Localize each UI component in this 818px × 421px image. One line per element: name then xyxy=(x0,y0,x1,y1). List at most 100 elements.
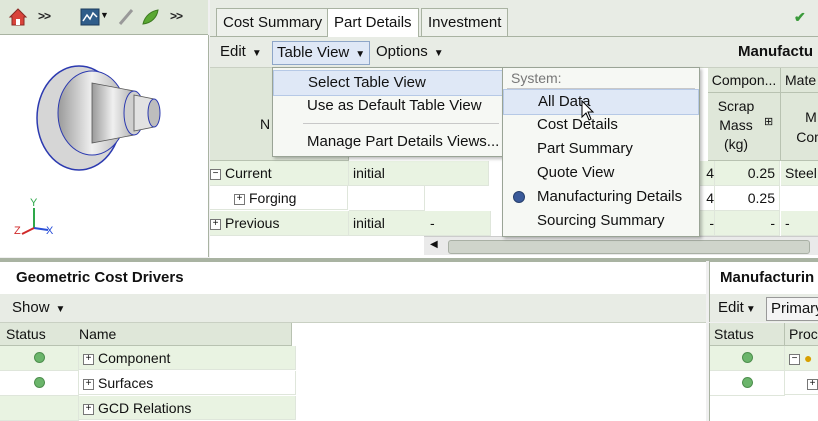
axis-x-label: X xyxy=(46,225,54,237)
tree-item[interactable]: + GCD Relations xyxy=(79,396,296,420)
row-name: Forging xyxy=(249,190,297,206)
menu-item-manufacturing-details[interactable]: Manufacturing Details xyxy=(503,185,699,209)
horizontal-scrollbar[interactable]: ◀ xyxy=(424,236,818,255)
panel-title: Manufactu xyxy=(738,43,813,60)
material-cell[interactable]: - xyxy=(781,211,818,236)
menu-item-sourcing-summary[interactable]: Sourcing Summary xyxy=(503,209,699,233)
gcd-toolbar: Show ▼ xyxy=(0,294,706,323)
process-icon: ● xyxy=(804,350,813,366)
menu-item-cost-details[interactable]: Cost Details xyxy=(503,113,699,137)
part-model-icon xyxy=(36,65,161,171)
gcd-panel-title: Geometric Cost Drivers xyxy=(0,261,706,295)
table-view-dropdown: Select Table View Use as Default Table V… xyxy=(272,67,504,157)
chevron-down-icon: ▼ xyxy=(745,304,756,315)
expand-chevron[interactable]: >> xyxy=(38,9,51,23)
menu-item-use-as-default[interactable]: Use as Default Table View xyxy=(273,94,503,118)
table-row-scenario[interactable]: initial xyxy=(349,161,429,186)
edit-menu[interactable]: Edit ▼ xyxy=(216,41,266,63)
check-icon[interactable]: ✔ xyxy=(794,9,806,26)
tree-item[interactable]: + Component xyxy=(79,346,296,370)
table-row-name[interactable]: − Current xyxy=(210,161,349,186)
tree-item[interactable]: + Surfaces xyxy=(79,371,296,395)
status-cell xyxy=(0,346,79,371)
tree-item[interactable]: − ● xyxy=(785,346,818,371)
menu-bar: Edit ▼ Table View ▼ Options ▼ Manufactu xyxy=(210,37,818,68)
home-icon[interactable] xyxy=(8,7,28,27)
column-header-m-com[interactable]: M Com xyxy=(781,93,818,161)
scrap-mass-cell[interactable]: - xyxy=(715,211,780,236)
system-views-submenu: System: All Data Cost Details Part Summa… xyxy=(502,67,700,237)
expand-icon[interactable]: + xyxy=(83,403,94,415)
tab-cost-summary[interactable]: Cost Summary xyxy=(216,8,330,36)
status-cell xyxy=(710,346,785,371)
options-menu-label: Options xyxy=(376,43,428,60)
expand-icon[interactable]: + xyxy=(83,353,94,365)
table-row-name[interactable]: + Previous xyxy=(210,211,349,236)
table-cell[interactable]: 4 xyxy=(698,161,715,186)
menu-item-manage-views[interactable]: Manage Part Details Views... xyxy=(273,130,503,154)
scrollbar-thumb[interactable] xyxy=(448,240,810,254)
submenu-header: System: xyxy=(511,70,562,86)
column-header-material[interactable]: Mate xyxy=(781,68,818,93)
mfg-toolbar: Edit ▼ Primary xyxy=(709,294,818,322)
table-row-scenario[interactable]: initial xyxy=(349,211,429,236)
table-row-name[interactable]: + Forging xyxy=(210,186,348,210)
column-header-scrap-mass[interactable]: Scrap Mass (kg) ⊞ xyxy=(708,93,781,161)
options-menu[interactable]: Options ▼ xyxy=(372,41,448,63)
menu-separator xyxy=(303,123,499,124)
collapse-icon[interactable]: − xyxy=(789,353,800,365)
column-header-status[interactable]: Status xyxy=(710,323,785,346)
table-cell[interactable] xyxy=(428,161,489,186)
table-cell[interactable]: - xyxy=(428,211,491,236)
column-header-status[interactable]: Status xyxy=(0,323,83,346)
tab-part-details[interactable]: Part Details xyxy=(327,8,419,37)
show-menu-label: Show xyxy=(12,299,50,316)
chart-view-icon[interactable] xyxy=(80,7,100,27)
collapse-icon[interactable]: − xyxy=(210,168,221,180)
table-row-scenario[interactable] xyxy=(349,186,425,211)
primary-select[interactable]: Primary xyxy=(766,297,818,321)
tree-item-label: Component xyxy=(98,350,171,366)
expand-icon[interactable]: + xyxy=(807,378,818,390)
menu-item-select-table-view[interactable]: Select Table View xyxy=(273,70,503,96)
leaf-icon[interactable] xyxy=(140,7,160,27)
table-cell[interactable]: - xyxy=(698,211,715,236)
column-options-icon[interactable]: ⊞ xyxy=(764,115,773,128)
pen-icon[interactable] xyxy=(116,7,136,27)
expand-icon[interactable]: + xyxy=(234,193,245,205)
table-cell[interactable]: 4 xyxy=(698,186,715,211)
edit-menu-label: Edit xyxy=(220,43,246,60)
mfg-edit-menu[interactable]: Edit ▼ xyxy=(714,297,760,319)
show-menu[interactable]: Show ▼ xyxy=(8,297,69,319)
mfg-title-text: Manufacturin xyxy=(720,269,815,286)
menu-item-all-data[interactable]: All Data xyxy=(503,89,699,115)
tree-item[interactable]: + xyxy=(785,371,818,395)
menu-item-part-summary[interactable]: Part Summary xyxy=(503,137,699,161)
axis-z-label: Z xyxy=(14,225,21,237)
tree-item-label: Surfaces xyxy=(98,375,154,391)
material-cell[interactable]: Steel xyxy=(781,161,818,186)
gcd-title-text: Geometric Cost Drivers xyxy=(16,269,184,286)
m-com-label: M Com xyxy=(796,109,818,145)
tab-investment[interactable]: Investment xyxy=(421,8,509,36)
menu-item-quote-view[interactable]: Quote View xyxy=(503,161,699,185)
column-header-name[interactable]: Name xyxy=(79,323,292,346)
scrap-mass-cell[interactable]: 0.25 xyxy=(715,161,780,186)
chevron-down-icon[interactable]: ▼ xyxy=(100,10,109,20)
mfg-edit-label: Edit xyxy=(718,299,744,316)
scrap-mass-cell[interactable]: 0.25 xyxy=(715,186,780,211)
expand-chevron[interactable]: >> xyxy=(170,9,183,23)
mfg-panel-title: Manufacturin xyxy=(709,261,818,294)
gcd-tree-table: Status Name + Component + Surfaces + GCD Re… xyxy=(0,323,706,421)
column-header-process[interactable]: Proce xyxy=(785,323,818,346)
expand-icon[interactable]: + xyxy=(83,378,94,390)
model-viewport[interactable]: Y X Z xyxy=(0,35,209,257)
mfg-tree-table: Status Proce −● + xyxy=(709,323,818,421)
row-name: Previous xyxy=(225,215,280,231)
status-cell xyxy=(0,371,79,396)
scroll-left-icon[interactable]: ◀ xyxy=(430,239,438,250)
expand-icon[interactable]: + xyxy=(210,218,221,230)
column-header-component[interactable]: Compon... xyxy=(708,68,781,93)
status-cell xyxy=(0,396,79,421)
table-view-menu[interactable]: Table View ▼ xyxy=(272,41,371,65)
